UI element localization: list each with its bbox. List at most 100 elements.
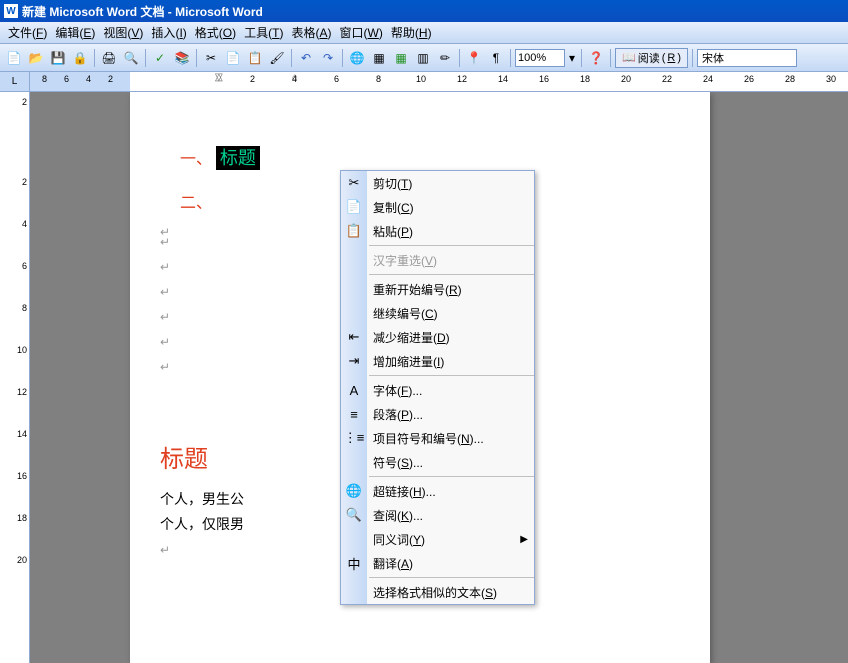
cut-button[interactable]: ✂ [201, 48, 221, 68]
open-button[interactable]: 📂 [26, 48, 46, 68]
paragraph-mark-icon: ↵ [160, 235, 170, 249]
context-menu-separator [369, 245, 534, 246]
paragraph-mark-icon: ↵ [160, 360, 170, 374]
menu-format[interactable]: 格式(O) [191, 22, 240, 43]
new-doc-button[interactable]: 📄 [4, 48, 24, 68]
context-menu-item[interactable]: 继续编号(C) [341, 301, 534, 325]
word-app-icon: W [4, 4, 18, 18]
context-menu-icon: 🌐 [341, 483, 367, 499]
zoom-dropdown-icon[interactable]: ▾ [567, 48, 577, 68]
drawing-button[interactable]: ✏ [435, 48, 455, 68]
context-menu-separator [369, 274, 534, 275]
context-menu-item[interactable]: ⇤减少缩进量(D) [341, 325, 534, 349]
context-menu-item[interactable]: 选择格式相似的文本(S) [341, 580, 534, 604]
ruler-h-scale[interactable]: 8 6 4 2 ▽ △ ⌂ 2 4 6 8 10 12 14 16 18 20 … [30, 72, 848, 91]
context-menu-item[interactable]: 🌐超链接(H)... [341, 479, 534, 503]
paragraph-mark-icon: ↵ [160, 335, 170, 349]
context-menu-label: 继续编号(C) [367, 305, 534, 322]
window-title-bar: W 新建 Microsoft Word 文档 - Microsoft Word [0, 0, 848, 22]
context-menu-icon: ✂ [341, 175, 367, 191]
horizontal-ruler: L 8 6 4 2 ▽ △ ⌂ 2 4 6 8 10 12 14 16 18 2… [0, 72, 848, 92]
research-button[interactable]: 📚 [172, 48, 192, 68]
help-button[interactable]: ❓ [586, 48, 606, 68]
print-button[interactable]: 🖨 [99, 48, 119, 68]
menu-help[interactable]: 帮助(H) [387, 22, 436, 43]
zoom-combo[interactable]: 100% [515, 49, 565, 67]
columns-button[interactable]: ▥ [413, 48, 433, 68]
read-mode-button[interactable]: 📖 阅读(R) [615, 48, 688, 68]
context-menu-label: 查阅(K)... [367, 507, 534, 524]
context-menu: ✂剪切(T)📄复制(C)📋粘贴(P)汉字重选(V)重新开始编号(R)继续编号(C… [340, 170, 535, 605]
context-menu-item[interactable]: 同义词(Y)▶ [341, 527, 534, 551]
context-menu-icon: ⇤ [341, 329, 367, 345]
preview-button[interactable]: 🔍 [121, 48, 141, 68]
map-button[interactable]: 📍 [464, 48, 484, 68]
show-marks-button[interactable]: ¶ [486, 48, 506, 68]
context-menu-item[interactable]: 🔍查阅(K)... [341, 503, 534, 527]
selected-heading-text[interactable]: 标题 [216, 146, 260, 170]
context-menu-label: 剪切(T) [367, 175, 534, 192]
context-menu-separator [369, 476, 534, 477]
menu-window[interactable]: 窗口(W) [336, 22, 387, 43]
permission-button[interactable]: 🔒 [70, 48, 90, 68]
context-menu-label: 复制(C) [367, 199, 534, 216]
context-menu-item[interactable]: ≡段落(P)... [341, 402, 534, 426]
menu-bar: 文件(F) 编辑(E) 视图(V) 插入(I) 格式(O) 工具(T) 表格(A… [0, 22, 848, 44]
context-menu-icon: A [341, 383, 367, 398]
toolbar: 📄 📂 💾 🔒 🖨 🔍 ✓ 📚 ✂ 📄 📋 🖌 ↶ ↷ 🌐 ▦ ▦ ▥ ✏ 📍 … [0, 44, 848, 72]
copy-button[interactable]: 📄 [223, 48, 243, 68]
undo-button[interactable]: ↶ [296, 48, 316, 68]
menu-file[interactable]: 文件(F) [4, 22, 51, 43]
table-button[interactable]: ▦ [369, 48, 389, 68]
window-title: 新建 Microsoft Word 文档 - Microsoft Word [22, 3, 263, 20]
redo-button[interactable]: ↷ [318, 48, 338, 68]
spell-button[interactable]: ✓ [150, 48, 170, 68]
context-menu-separator [369, 577, 534, 578]
context-menu-item: 汉字重选(V) [341, 248, 534, 272]
menu-view[interactable]: 视图(V) [99, 22, 147, 43]
context-menu-icon: 中 [341, 554, 367, 573]
hyperlink-button[interactable]: 🌐 [347, 48, 367, 68]
context-menu-label: 翻译(A) [367, 555, 534, 572]
context-menu-icon: 🔍 [341, 507, 367, 523]
context-menu-item[interactable]: 符号(S)... [341, 450, 534, 474]
paste-button[interactable]: 📋 [245, 48, 265, 68]
ruler-corner: L [0, 72, 30, 91]
context-menu-item[interactable]: ⇥增加缩进量(I) [341, 349, 534, 373]
paragraph-mark-icon: ↵ [160, 543, 170, 557]
menu-edit[interactable]: 编辑(E) [51, 22, 99, 43]
context-menu-label: 超链接(H)... [367, 483, 534, 500]
save-button[interactable]: 💾 [48, 48, 68, 68]
context-menu-icon: ≡ [341, 407, 367, 422]
menu-tools[interactable]: 工具(T) [240, 22, 287, 43]
list-number-1: 一、 [180, 151, 212, 168]
list-number-2: 二、 [180, 195, 212, 212]
context-menu-label: 汉字重选(V) [367, 252, 534, 269]
context-menu-item[interactable]: 📋粘贴(P) [341, 219, 534, 243]
context-menu-icon: ⋮≡ [341, 430, 367, 446]
paragraph-mark-icon: ↵ [160, 285, 170, 299]
context-menu-label: 选择格式相似的文本(S) [367, 584, 534, 601]
context-menu-label: 增加缩进量(I) [367, 353, 534, 370]
context-menu-label: 字体(F)... [367, 382, 534, 399]
hanging-indent-icon[interactable]: △ [215, 72, 223, 83]
context-menu-item[interactable]: ✂剪切(T) [341, 171, 534, 195]
context-menu-label: 符号(S)... [367, 454, 534, 471]
font-combo[interactable]: 宋体 [697, 49, 797, 67]
context-menu-item[interactable]: 📄复制(C) [341, 195, 534, 219]
submenu-arrow-icon: ▶ [520, 534, 534, 545]
context-menu-label: 同义词(Y) [367, 531, 520, 548]
paragraph-mark-icon: ↵ [160, 260, 170, 274]
menu-insert[interactable]: 插入(I) [147, 22, 190, 43]
excel-button[interactable]: ▦ [391, 48, 411, 68]
format-painter-button[interactable]: 🖌 [267, 48, 287, 68]
context-menu-item[interactable]: ⋮≡项目符号和编号(N)... [341, 426, 534, 450]
menu-table[interactable]: 表格(A) [288, 22, 336, 43]
context-menu-separator [369, 375, 534, 376]
context-menu-label: 减少缩进量(D) [367, 329, 534, 346]
context-menu-item[interactable]: 重新开始编号(R) [341, 277, 534, 301]
context-menu-item[interactable]: 中翻译(A) [341, 551, 534, 575]
context-menu-item[interactable]: A字体(F)... [341, 378, 534, 402]
vertical-ruler[interactable]: 2 2 4 6 8 10 12 14 16 18 20 [0, 92, 30, 663]
context-menu-label: 重新开始编号(R) [367, 281, 534, 298]
